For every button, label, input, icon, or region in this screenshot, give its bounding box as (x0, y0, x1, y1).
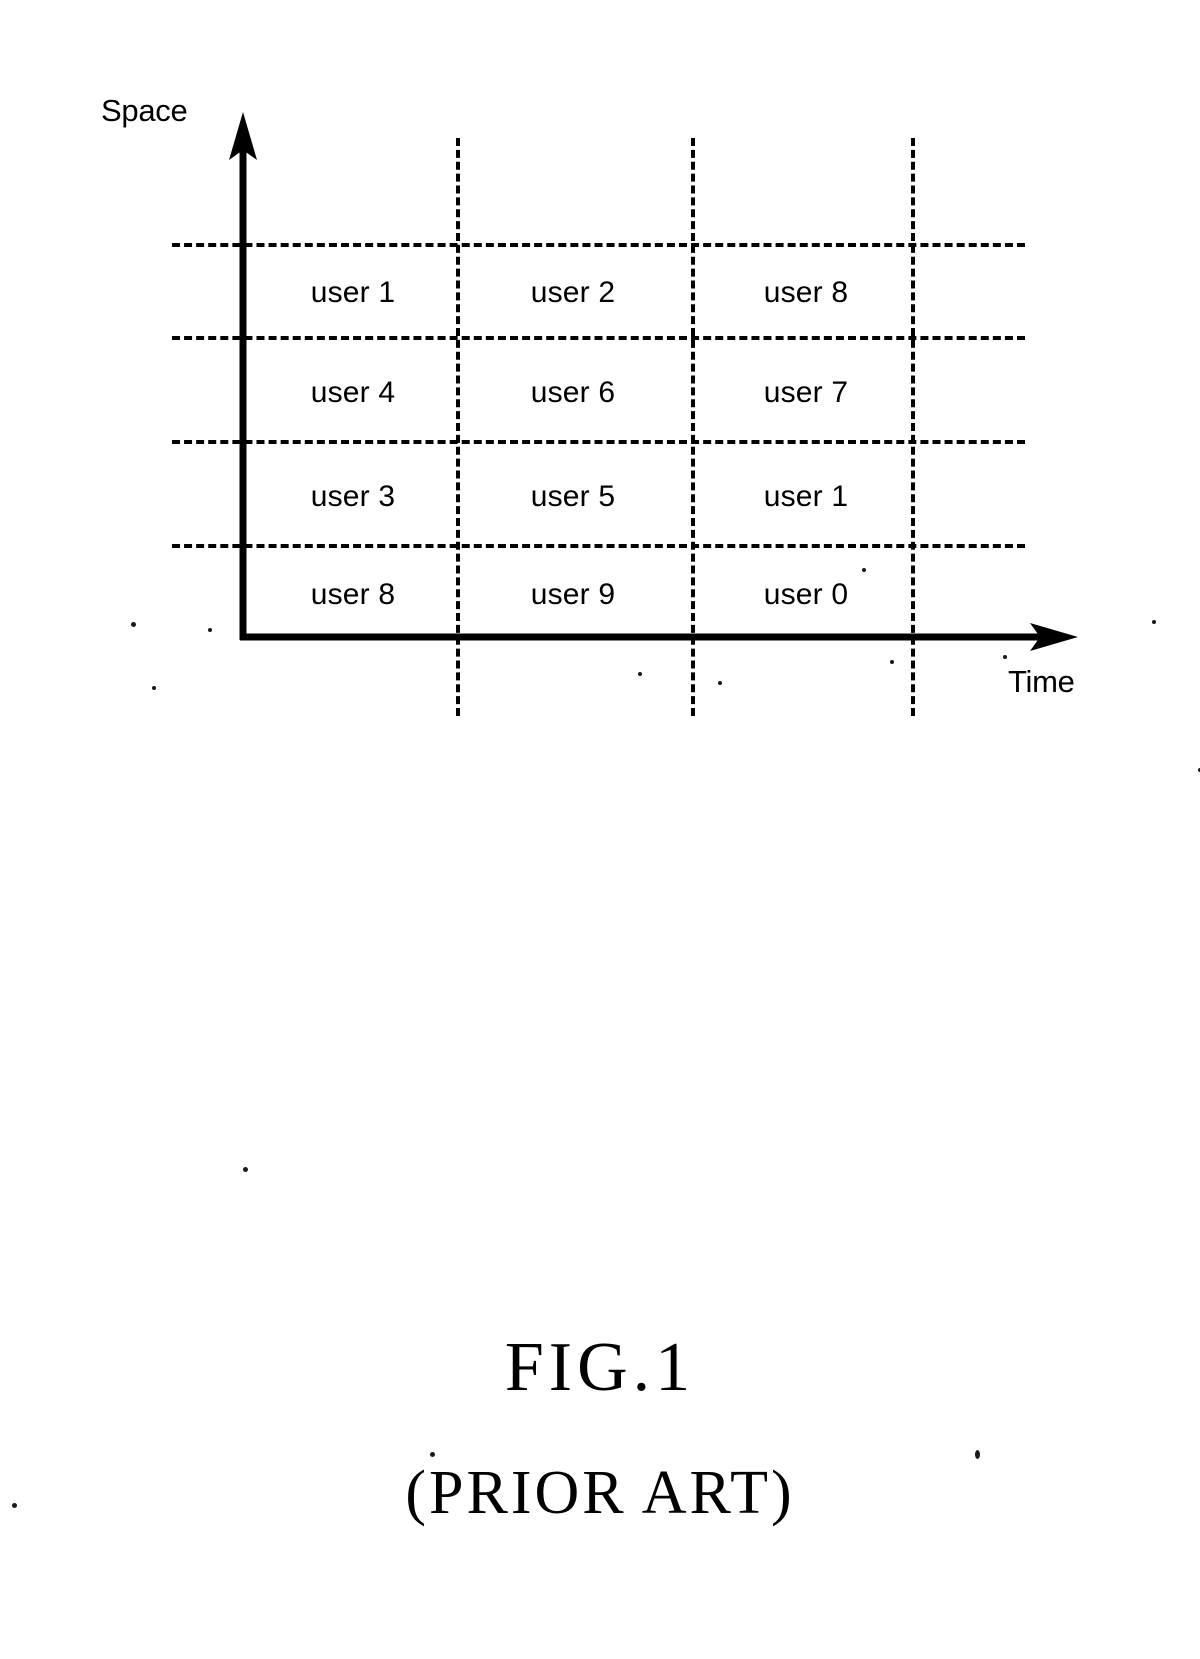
patent-figure-sheet: Space Time user 1 user 2 user 8 user 4 u… (0, 0, 1200, 1659)
grid-cell-r2c1: user 4 (310, 376, 396, 409)
scan-speck (890, 660, 894, 664)
scan-speck (862, 568, 866, 572)
scan-speck (1003, 655, 1007, 659)
grid-vline-3 (911, 138, 915, 716)
grid-cell-r4c2: user 9 (530, 578, 616, 611)
scan-speck (152, 686, 156, 690)
grid-cell-r2c2: user 6 (530, 376, 616, 409)
grid-cell-r2c3: user 7 (763, 376, 849, 409)
axes-group (229, 112, 1078, 651)
grid-cell-r4c3: user 0 (763, 578, 849, 611)
grid-cell-r4c1: user 8 (310, 578, 396, 611)
scan-speck (430, 1452, 435, 1457)
scan-speck (12, 1503, 17, 1508)
figure-number-caption: FIG.1 (504, 1329, 696, 1406)
grid-cell-r3c3: user 1 (763, 480, 849, 513)
scan-speck (1152, 620, 1156, 624)
scan-speck (131, 622, 136, 627)
grid-hline-4 (172, 544, 1025, 548)
x-axis-arrowhead-icon (1030, 623, 1078, 651)
grid-cell-r1c3: user 8 (763, 276, 849, 309)
scan-speck (718, 681, 722, 685)
figure-prior-art-caption: (PRIOR ART) (405, 1459, 795, 1527)
scan-speck (243, 1167, 248, 1172)
y-axis-label: Space (101, 93, 188, 128)
grid-hline-1 (172, 243, 1025, 247)
scan-speck (638, 672, 642, 676)
x-axis-label: Time (1008, 664, 1075, 699)
grid-cell-r3c1: user 3 (310, 480, 396, 513)
grid-cell-r1c2: user 2 (530, 276, 616, 309)
grid-vline-1 (456, 138, 460, 716)
grid-cell-r1c1: user 1 (310, 276, 396, 309)
y-axis-arrowhead-icon (229, 112, 257, 160)
grid-hline-3 (172, 440, 1025, 444)
scan-speck (208, 628, 212, 632)
grid-vline-2 (691, 138, 695, 716)
grid-cell-r3c2: user 5 (530, 480, 616, 513)
grid-hline-2 (172, 336, 1025, 340)
scan-speck (975, 1450, 980, 1459)
